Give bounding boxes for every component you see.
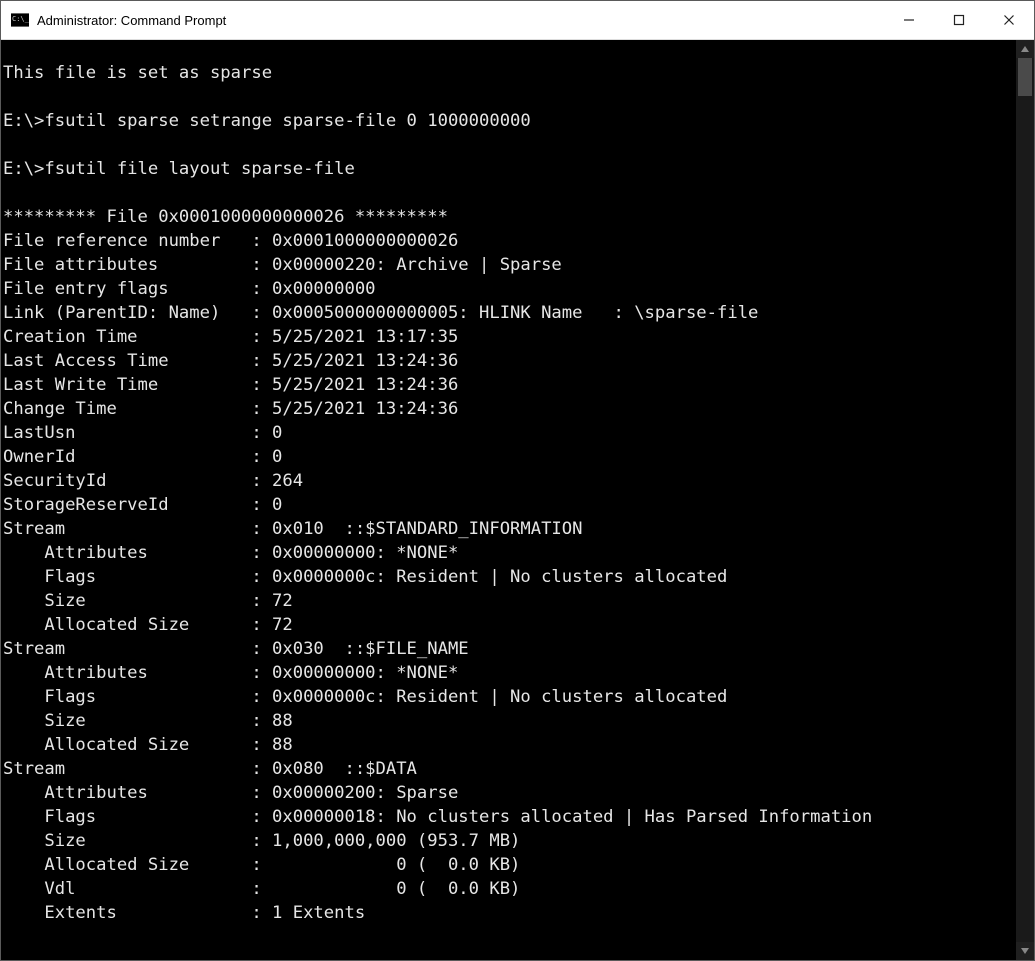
terminal-output[interactable]: This file is set as sparse E:\>fsutil sp… xyxy=(1,57,1016,943)
close-button[interactable] xyxy=(984,1,1034,39)
title-bar[interactable]: Administrator: Command Prompt xyxy=(1,1,1034,40)
minimize-button[interactable] xyxy=(884,1,934,39)
maximize-icon xyxy=(953,14,965,26)
scroll-up-arrow-icon[interactable] xyxy=(1016,40,1034,58)
scroll-track[interactable] xyxy=(1016,58,1034,942)
minimize-icon xyxy=(903,14,915,26)
close-icon xyxy=(1003,14,1015,26)
client-area: This file is set as sparse E:\>fsutil sp… xyxy=(1,40,1034,960)
app-window: Administrator: Command Prompt This file … xyxy=(0,0,1035,961)
window-title: Administrator: Command Prompt xyxy=(37,13,226,28)
vertical-scrollbar[interactable] xyxy=(1016,40,1034,960)
scroll-thumb[interactable] xyxy=(1018,58,1032,96)
maximize-button[interactable] xyxy=(934,1,984,39)
cmd-icon xyxy=(11,13,29,27)
scroll-down-arrow-icon[interactable] xyxy=(1016,942,1034,960)
